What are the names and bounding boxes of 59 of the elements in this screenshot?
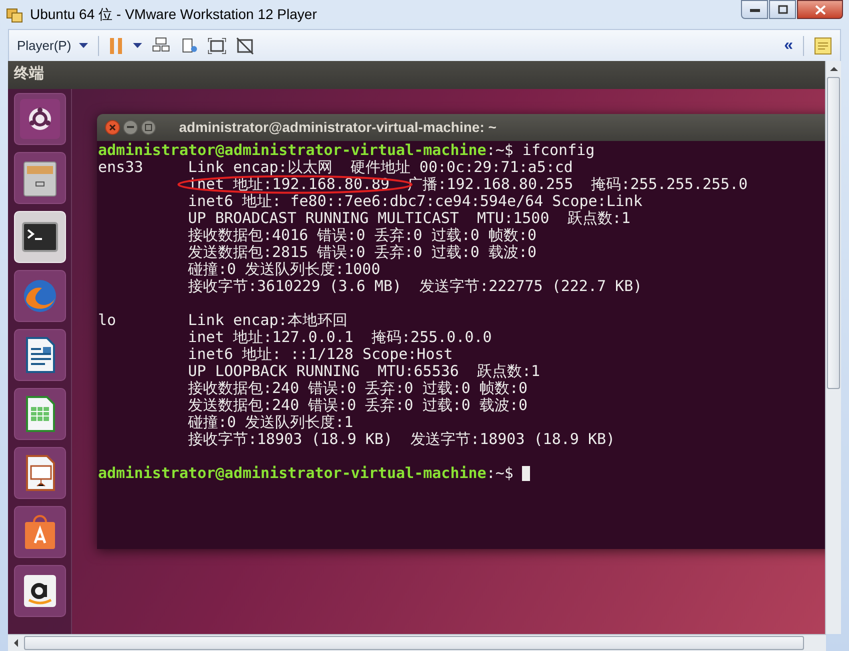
- app-title: 终端: [14, 64, 44, 84]
- output-line: inet6 地址: ::1/128 Scope:Host: [188, 346, 453, 363]
- close-icon: [814, 4, 826, 14]
- output-line: 接收字节:18903 (18.9 KB) 发送字节:18903 (18.9 KB): [188, 430, 616, 448]
- minimize-button[interactable]: [741, 0, 768, 19]
- caret-icon: [79, 43, 88, 48]
- close-button[interactable]: [105, 120, 120, 135]
- unity-icon[interactable]: [236, 36, 254, 54]
- fullscreen-icon[interactable]: [208, 38, 226, 54]
- send-keys-icon[interactable]: [152, 36, 170, 54]
- launcher-item[interactable]: [14, 152, 66, 204]
- player-menu[interactable]: Player(P): [17, 36, 88, 56]
- output-line: 碰撞:0 发送队列长度:1: [188, 414, 354, 431]
- minimize-icon: [127, 126, 134, 128]
- launcher-item[interactable]: [14, 564, 66, 617]
- launcher-item[interactable]: [14, 388, 66, 440]
- caret-icon: [133, 43, 142, 48]
- app-icon: [6, 6, 24, 24]
- prompt-user: administrator@administrator-virtual-machine: [98, 464, 486, 482]
- launcher-item[interactable]: [14, 446, 66, 499]
- maximize-icon: [145, 124, 152, 131]
- output-line: 发送数据包:2815 错误:0 丢弃:0 过载:0 载波:0: [188, 244, 537, 261]
- prompt-path: :~$: [486, 464, 514, 482]
- ubuntu-logo-icon: [20, 98, 60, 139]
- output-line: inet 地址:127.0.0.1 掩码:255.0.0.0: [188, 328, 492, 346]
- window-title: Ubuntu 64 位 - VMware Workstation 12 Player: [30, 5, 317, 24]
- launcher-item[interactable]: [14, 92, 66, 145]
- output-line: Link encap:本地环回: [188, 312, 348, 329]
- output-line: UP BROADCAST RUNNING MULTICAST MTU:1500 跃点数:1: [188, 210, 630, 227]
- output-line: 接收字节:3610229 (3.6 MB) 发送字节:222775 (222.7 KB): [188, 278, 642, 295]
- output-line: 接收数据包:240 错误:0 丢弃:0 过载:0 帧数:0: [188, 380, 528, 397]
- output-line: inet6 地址: fe80::7ee6:dbc7:ce94:594e/64 Scope:Link: [188, 192, 642, 210]
- collapse-toolbar-button[interactable]: «: [784, 38, 793, 54]
- removable-devices-icon[interactable]: [180, 36, 198, 54]
- note-icon[interactable]: [814, 36, 832, 54]
- prompt-path: :~$: [486, 142, 514, 159]
- output-line: 发送数据包:240 错误:0 丢弃:0 过载:0 载波:0: [188, 396, 528, 414]
- terminal-title: administrator@administrator-virtual-machine: ~: [179, 118, 496, 137]
- pause-icon: [109, 38, 124, 54]
- vertical-scrollbar[interactable]: [825, 60, 841, 634]
- launcher-item[interactable]: [14, 328, 66, 381]
- scrollbar-thumb[interactable]: [24, 636, 804, 650]
- maximize-button[interactable]: [141, 120, 156, 135]
- interface-name: ens33: [98, 158, 144, 176]
- output-line: Link encap:以太网 硬件地址 00:0c:29:71:a5:cd: [188, 158, 573, 176]
- output-line: 接收数据包:4016 错误:0 丢弃:0 过载:0 帧数:0: [188, 226, 537, 244]
- interface-name: lo: [98, 310, 116, 329]
- prompt-user: administrator@administrator-virtual-machine: [98, 142, 486, 159]
- output-line: UP LOOPBACK RUNNING MTU:65536 跃点数:1: [188, 362, 540, 380]
- output-line: 碰撞:0 发送队列长度:1000: [188, 260, 380, 278]
- horizontal-scrollbar[interactable]: [8, 634, 826, 651]
- minimize-icon: [750, 8, 760, 12]
- close-icon: [109, 124, 116, 131]
- restore-icon: [778, 5, 788, 14]
- launcher-item[interactable]: [14, 506, 66, 558]
- restore-button[interactable]: [769, 0, 796, 19]
- command-text: ifconfig: [522, 142, 595, 159]
- scrollbar-thumb[interactable]: [827, 76, 840, 389]
- close-button[interactable]: [797, 0, 843, 19]
